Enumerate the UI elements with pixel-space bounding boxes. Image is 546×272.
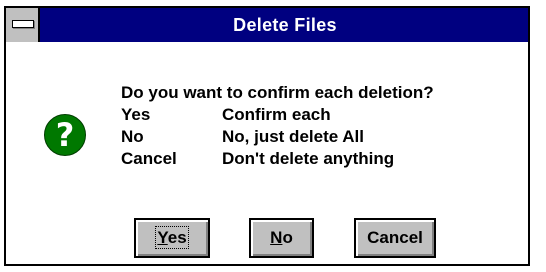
cancel-button-label: Cancel	[367, 228, 423, 247]
option-row-cancel: Cancel Don't delete anything	[121, 148, 434, 170]
system-menu-icon	[12, 20, 34, 28]
option-description: Don't delete anything	[222, 149, 395, 168]
option-description: No, just delete All	[222, 127, 365, 146]
title-bar[interactable]: Delete Files	[6, 8, 528, 44]
option-description: Confirm each	[222, 105, 331, 124]
question-icon: ?	[44, 114, 86, 156]
no-label-rest: o	[282, 228, 293, 247]
window-title: Delete Files	[233, 15, 337, 35]
no-button-label: No	[270, 228, 293, 247]
option-row-no: No No, just delete All	[121, 126, 434, 148]
delete-files-dialog: Delete Files ? Do you want to confirm ea…	[4, 6, 530, 266]
option-row-yes: Yes Confirm each	[121, 104, 434, 126]
yes-button[interactable]: Yes	[134, 218, 210, 258]
no-button[interactable]: No	[249, 218, 314, 258]
no-mnemonic: N	[270, 228, 283, 247]
yes-label-rest: es	[167, 228, 187, 247]
yes-button-label: Yes	[155, 226, 189, 249]
cancel-button[interactable]: Cancel	[354, 218, 436, 258]
option-key: Cancel	[121, 149, 177, 168]
question-text: Do you want to confirm each deletion?	[121, 83, 434, 102]
message-text: Do you want to confirm each deletion? Ye…	[121, 82, 434, 170]
yes-mnemonic: Y	[157, 228, 168, 247]
system-menu-button[interactable]	[6, 8, 40, 42]
option-key: Yes	[121, 105, 151, 124]
dialog-body: ? Do you want to confirm each deletion? …	[6, 42, 528, 264]
option-key: No	[121, 127, 144, 146]
